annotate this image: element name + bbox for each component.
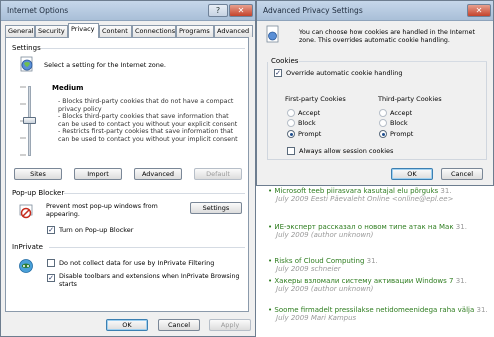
bullet-icon: •	[268, 306, 273, 314]
cancel-button[interactable]: Cancel	[158, 319, 200, 331]
news-item: • Soome firmadelt pressilakse netidomeen…	[268, 306, 488, 322]
popup-group-label: Pop-up Blocker	[12, 189, 65, 197]
news-item: • Risks of Cloud Computing 31. July 2009…	[268, 257, 488, 273]
advanced-privacy-window: Advanced Privacy Settings ✕ You can choo…	[256, 0, 494, 186]
first-party-prompt-radio[interactable]	[287, 130, 295, 138]
settings-instruction: Select a setting for the Internet zone.	[44, 61, 166, 69]
third-party-block-radio[interactable]	[379, 119, 387, 127]
news-date: 31.	[455, 277, 467, 285]
help-icon[interactable]: ?	[208, 4, 228, 17]
checkmark-icon: ✓	[275, 69, 281, 77]
tab-connections[interactable]: Connections	[132, 25, 176, 37]
first-party-accept-radio[interactable]	[287, 109, 295, 117]
third-party-prompt-radio[interactable]	[379, 130, 387, 138]
privacy-desc-3: - Restricts first-party cookies that sav…	[58, 128, 238, 143]
third-party-accept-label: Accept	[390, 109, 413, 117]
privacy-level: Medium	[52, 84, 84, 92]
session-cookies-checkbox[interactable]	[287, 147, 295, 155]
advanced-cancel-button[interactable]: Cancel	[441, 168, 483, 180]
popup-blocker-label: Turn on Pop-up Blocker	[59, 226, 134, 234]
close-icon[interactable]: ✕	[229, 4, 253, 17]
window-title: Internet Options	[7, 6, 69, 15]
news-link[interactable]: Risks of Cloud Computing	[274, 257, 364, 265]
popup-blocked-icon	[18, 203, 34, 219]
news-link[interactable]: Soome firmadelt pressilakse netidomeenid…	[274, 306, 474, 314]
import-button[interactable]: Import	[74, 168, 122, 180]
news-item: • Microsoft teeb piirasvara kasutajal el…	[268, 187, 488, 203]
popup-divider	[64, 193, 245, 194]
advanced-privacy-intro: You can choose how cookies are handled i…	[299, 29, 475, 44]
checkmark-icon: ✓	[48, 274, 54, 282]
first-party-block-label: Block	[298, 119, 316, 127]
news-item: • ИЕ-эксперт рассказал о новом типе атак…	[268, 223, 488, 239]
tab-programs[interactable]: Programs	[176, 25, 214, 37]
internet-options-titlebar: Internet Options ? ✕	[1, 1, 255, 21]
third-party-accept-radio[interactable]	[379, 109, 387, 117]
first-party-prompt-label: Prompt	[298, 130, 322, 138]
tab-privacy[interactable]: Privacy	[68, 23, 99, 38]
popup-settings-button[interactable]: Settings	[190, 202, 242, 214]
advanced-privacy-title: Advanced Privacy Settings	[263, 6, 363, 15]
first-party-accept-label: Accept	[298, 109, 321, 117]
advanced-ok-button[interactable]: OK	[391, 168, 433, 180]
bullet-icon: •	[268, 257, 273, 265]
privacy-slider-thumb[interactable]	[23, 117, 36, 124]
default-button[interactable]: Default	[194, 168, 242, 180]
settings-group-label: Settings	[12, 44, 41, 52]
tab-general[interactable]: General	[5, 25, 35, 37]
news-date: 31.	[440, 187, 452, 195]
advanced-button[interactable]: Advanced	[134, 168, 182, 180]
apply-button[interactable]: Apply	[209, 319, 251, 331]
tab-security[interactable]: Security	[35, 25, 68, 37]
settings-divider	[41, 48, 245, 49]
internet-options-window: Internet Options ? ✕ General Security Pr…	[0, 0, 256, 337]
news-link[interactable]: ИЕ-эксперт рассказал о новом типе атак н…	[274, 223, 453, 231]
bullet-icon: •	[268, 223, 273, 231]
popup-blocker-checkbox[interactable]: ✓	[47, 226, 55, 234]
inprivate-group-label: InPrivate	[12, 243, 43, 251]
first-party-block-radio[interactable]	[287, 119, 295, 127]
news-date: 31.	[455, 223, 467, 231]
inprivate-filtering-checkbox[interactable]	[47, 259, 55, 267]
disable-toolbars-checkbox[interactable]: ✓	[47, 274, 55, 282]
news-item: • Хакеры взломали систему активации Wind…	[268, 277, 488, 293]
session-cookies-label: Always allow session cookies	[299, 147, 394, 155]
third-party-block-label: Block	[390, 119, 408, 127]
cookies-divider	[299, 61, 487, 62]
inprivate-filtering-label: Do not collect data for use by InPrivate…	[59, 259, 215, 267]
news-date: 31.	[476, 306, 488, 314]
first-party-header: First-party Cookies	[285, 95, 346, 103]
inprivate-icon	[18, 258, 34, 274]
third-party-header: Third-party Cookies	[378, 95, 442, 103]
third-party-prompt-label: Prompt	[390, 130, 414, 138]
privacy-panel: Settings Select a setting for the Intern…	[5, 37, 249, 312]
bullet-icon: •	[268, 277, 273, 285]
news-meta: July 2009 schneier	[276, 265, 341, 273]
privacy-desc-1: - Blocks third-party cookies that do not…	[58, 98, 234, 113]
disable-toolbars-label: Disable toolbars and extensions when InP…	[59, 273, 240, 288]
tab-advanced[interactable]: Advanced	[214, 25, 253, 37]
ok-button[interactable]: OK	[106, 319, 148, 331]
override-checkbox[interactable]: ✓	[274, 69, 282, 77]
inprivate-divider	[49, 247, 245, 248]
news-meta: July 2009 Eesti Päevaleht Online <online…	[276, 195, 454, 203]
bullet-icon: •	[268, 187, 273, 195]
news-link[interactable]: Хакеры взломали систему активации Window…	[274, 277, 453, 285]
news-meta: July 2009 Mari Kampus	[276, 314, 357, 322]
popup-desc: Prevent most pop-up windows from appeari…	[46, 203, 158, 218]
sites-button[interactable]: Sites	[14, 168, 62, 180]
tab-content[interactable]: Content	[99, 25, 132, 37]
checkmark-icon: ✓	[48, 226, 54, 234]
privacy-desc-2: - Blocks third-party cookies that save i…	[58, 113, 238, 128]
news-link[interactable]: Microsoft teeb piirasvara kasutajal elu …	[274, 187, 438, 195]
cookie-page-icon	[265, 25, 281, 45]
globe-cookie-icon	[18, 56, 36, 74]
advanced-privacy-titlebar: Advanced Privacy Settings ✕	[257, 1, 493, 21]
news-date: 31.	[366, 257, 378, 265]
news-meta: July 2009 (author unknown)	[276, 285, 374, 293]
news-meta: July 2009 (author unknown)	[276, 231, 374, 239]
override-label: Override automatic cookie handling	[286, 69, 403, 77]
close-icon[interactable]: ✕	[467, 4, 491, 17]
